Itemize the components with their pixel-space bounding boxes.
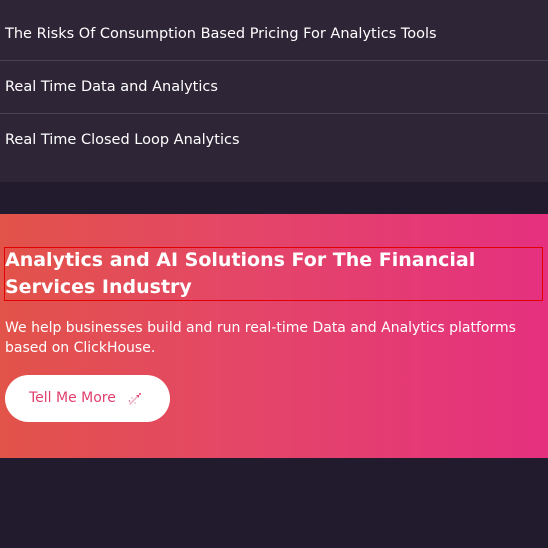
rocket-icon [128, 393, 141, 405]
cta-banner: Analytics and AI Solutions For The Finan… [0, 214, 548, 458]
list-item: The Risks Of Consumption Based Pricing F… [0, 0, 548, 61]
related-links-list: The Risks Of Consumption Based Pricing F… [0, 0, 548, 182]
related-link-consumption-pricing[interactable]: The Risks Of Consumption Based Pricing F… [5, 25, 437, 43]
related-link-real-time-data[interactable]: Real Time Data and Analytics [5, 78, 218, 96]
cta-description: We help businesses build and run real-ti… [5, 320, 516, 356]
tell-me-more-button[interactable]: Tell Me More [5, 375, 170, 422]
cta-heading: Analytics and AI Solutions For The Finan… [5, 249, 476, 298]
page: The Risks Of Consumption Based Pricing F… [0, 0, 548, 548]
list-item: Real Time Data and Analytics [0, 61, 548, 114]
tell-me-more-label: Tell Me More [29, 390, 116, 406]
list-item: Real Time Closed Loop Analytics [0, 114, 548, 182]
related-link-closed-loop[interactable]: Real Time Closed Loop Analytics [5, 131, 240, 149]
